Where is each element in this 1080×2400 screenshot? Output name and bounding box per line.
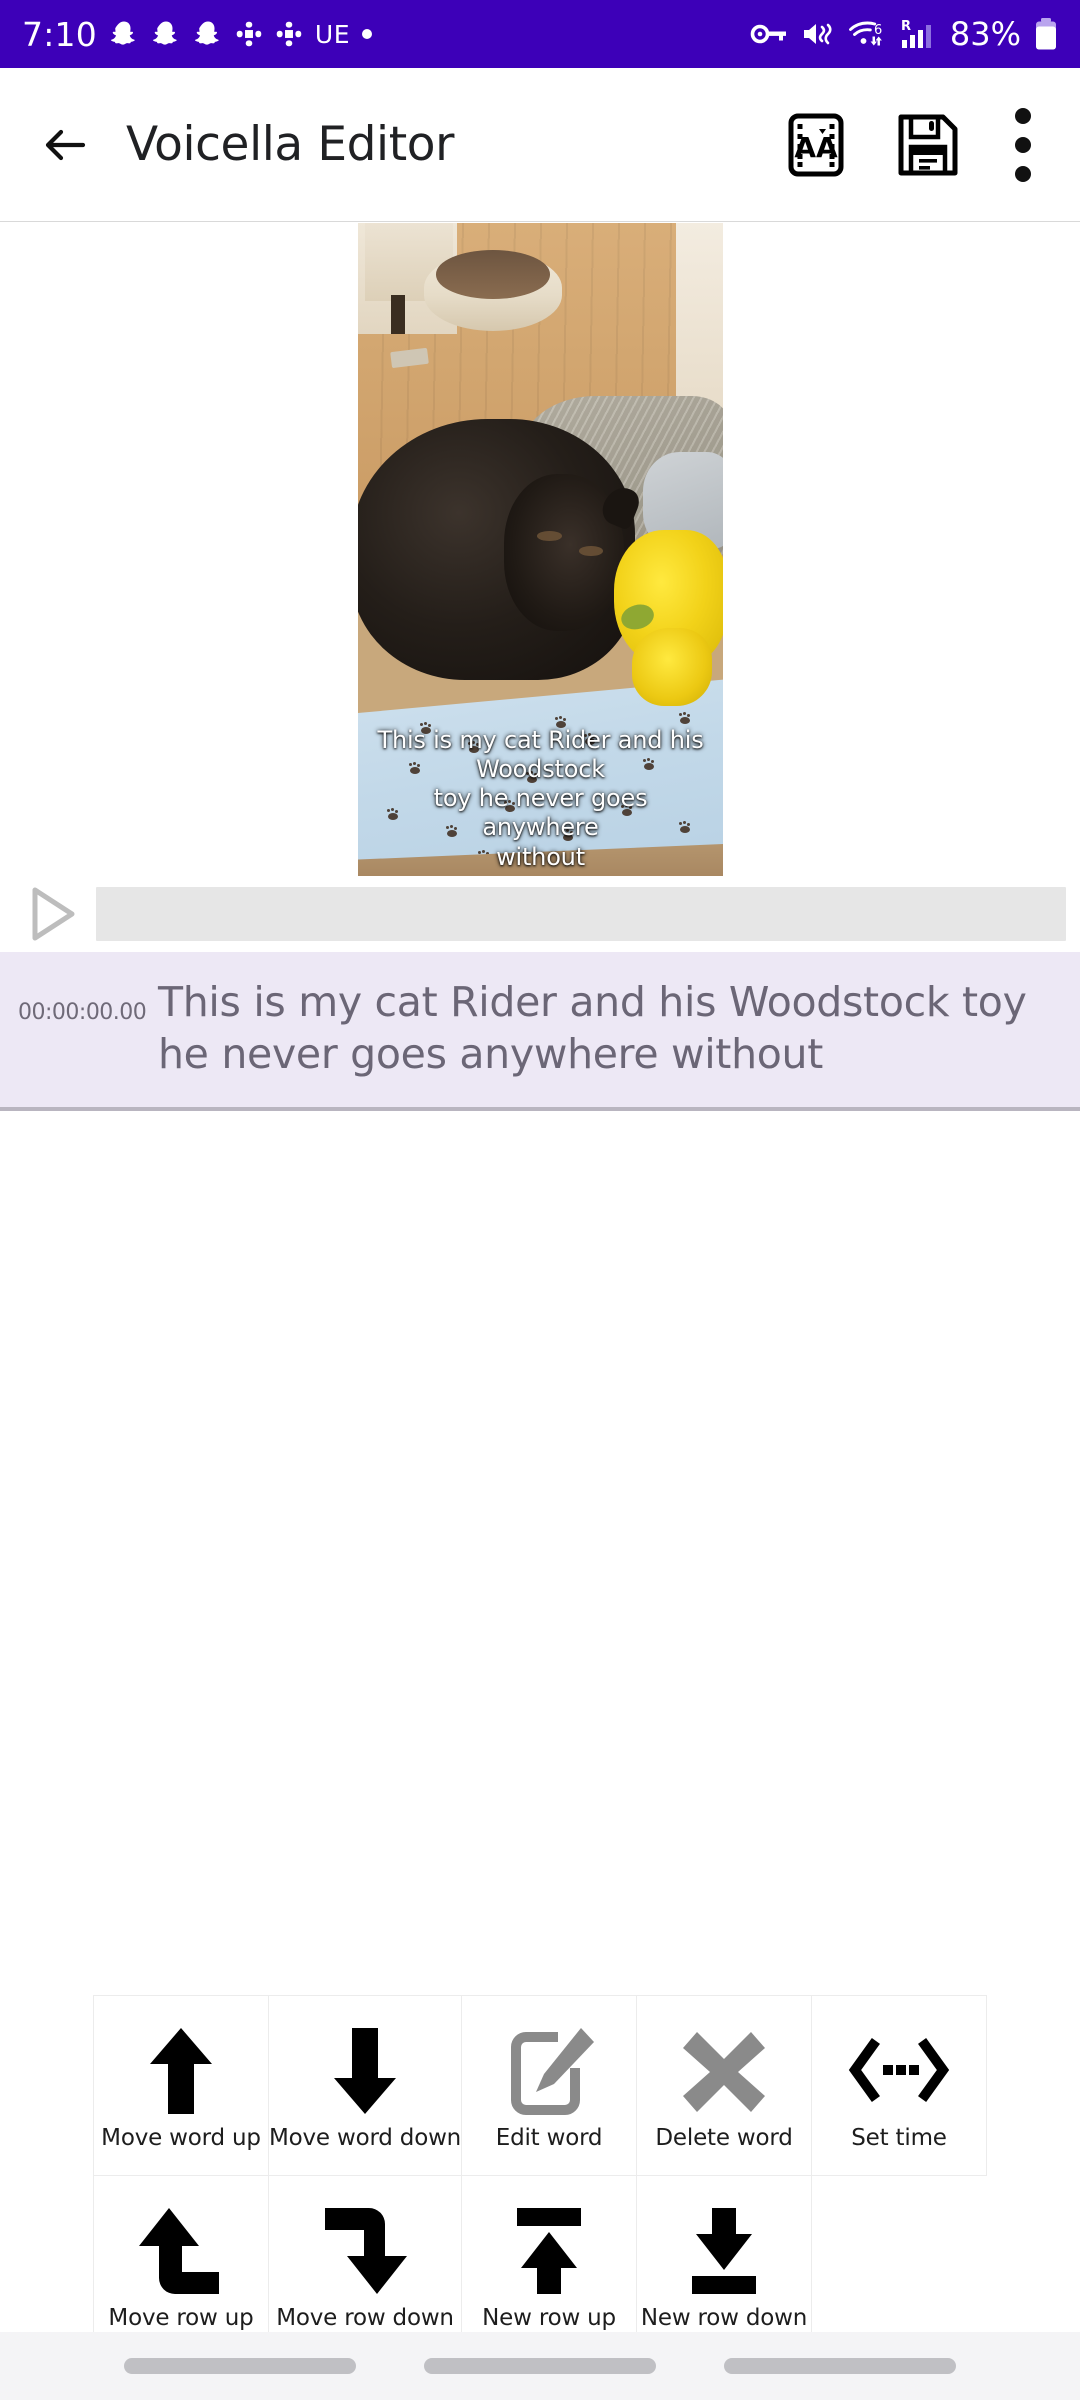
turn-up-arrow-icon (135, 2197, 227, 2303)
tool-label: New row down (640, 2304, 808, 2331)
player-controls (0, 876, 1080, 952)
kebab-dot-icon (1015, 136, 1031, 153)
move-row-down-button[interactable]: Move row down (268, 2176, 463, 2356)
tool-label: Move word up (101, 2124, 261, 2151)
edit-pencil-icon (502, 2017, 596, 2123)
tool-label: Delete word (655, 2124, 793, 2151)
snapchat-icon (194, 21, 219, 45)
delete-word-button[interactable]: Delete word (637, 1996, 813, 2176)
snapchat-icon (152, 21, 177, 45)
caption-line: Woodstock (476, 754, 605, 783)
move-word-down-button[interactable]: Move word down (268, 1996, 463, 2176)
overflow-menu-button[interactable] (992, 97, 1054, 193)
back-button[interactable] (26, 106, 104, 184)
edit-word-button[interactable]: Edit word (462, 1996, 638, 2176)
transcript-timestamp: 00:00:00.00 (18, 1000, 147, 1025)
transcript-row-selected[interactable]: 00:00:00.00 This is my cat Rider and his… (0, 952, 1080, 1111)
set-time-button[interactable]: Set time (812, 1996, 987, 2176)
new-row-down-button[interactable]: New row down (637, 2176, 813, 2356)
caption-line: toy he never goes anywhere (433, 784, 648, 842)
slack-icon (276, 21, 302, 47)
back-pill[interactable] (724, 2358, 956, 2374)
caption-style-icon: AA (788, 113, 844, 176)
tool-label: Move row up (108, 2304, 254, 2331)
new-row-up-button[interactable]: New row up (462, 2176, 638, 2356)
transcript-list: 00:00:00.00 This is my cat Rider and his… (0, 952, 1080, 1111)
set-time-icon (847, 2017, 951, 2123)
system-navigation-bar (0, 2332, 1080, 2400)
recents-pill[interactable] (124, 2358, 356, 2374)
carrier-label: UE (314, 19, 351, 49)
slack-icon (236, 21, 262, 47)
arrow-to-bottom-icon (678, 2197, 770, 2303)
app-screen: 7:10 UE 6 R 83% Voicella Editor AA This … (0, 0, 1080, 2400)
kebab-dot-icon (1015, 165, 1031, 182)
svg-text:R: R (901, 19, 911, 34)
app-bar-actions: AA (768, 97, 1054, 193)
move-word-up-button[interactable]: Move word up (94, 1996, 269, 2176)
snapchat-icon (110, 21, 135, 45)
seek-bar[interactable] (96, 887, 1066, 941)
page-title: Voicella Editor (126, 117, 455, 172)
tool-label: Set time (851, 2124, 947, 2151)
tool-label: Edit word (495, 2124, 603, 2151)
signal-icon: R (901, 19, 931, 48)
arrow-up-icon (142, 2017, 220, 2123)
vpn-key-icon (750, 24, 786, 44)
turn-down-arrow-icon (319, 2197, 411, 2303)
app-bar: Voicella Editor AA (0, 68, 1080, 222)
caption-line: without (496, 842, 585, 871)
status-bar-right: 6 R 83% (750, 15, 1058, 53)
status-bar-left: 7:10 UE (22, 14, 373, 54)
svg-text:AA: AA (794, 131, 838, 164)
editor-toolbar-grid: Move word up Move word down Edit word De… (93, 1995, 987, 2356)
save-floppy-icon (898, 114, 958, 175)
video-preview-area: This is my cat Rider and his Woodstock t… (0, 223, 1080, 876)
move-row-up-button[interactable]: Move row up (94, 2176, 269, 2356)
tool-label: New row up (482, 2304, 616, 2331)
save-button[interactable] (880, 97, 976, 193)
battery-percent: 83% (949, 15, 1021, 53)
status-clock: 7:10 (22, 14, 97, 54)
wifi-icon: 6 (848, 21, 882, 46)
caption-line: This is my cat Rider and his (377, 725, 704, 754)
battery-icon (1036, 18, 1056, 50)
play-button[interactable] (14, 877, 88, 951)
video-caption-overlay: This is my cat Rider and his Woodstock t… (358, 726, 723, 872)
transcript-text[interactable]: This is my cat Rider and his Woodstock t… (158, 976, 1062, 1081)
arrow-back-icon (45, 129, 86, 160)
mute-icon (803, 23, 832, 45)
arrow-down-icon (326, 2017, 404, 2123)
close-x-icon (679, 2017, 769, 2123)
caption-style-button[interactable]: AA (768, 97, 864, 193)
video-preview[interactable]: This is my cat Rider and his Woodstock t… (358, 223, 723, 876)
tool-label: Move row down (276, 2304, 454, 2331)
svg-text:6: 6 (874, 23, 882, 38)
home-pill[interactable] (424, 2358, 656, 2374)
tool-label: Move word down (268, 2124, 462, 2151)
status-bar: 7:10 UE 6 R 83% (0, 0, 1080, 68)
play-icon (32, 887, 75, 941)
dot-icon (362, 29, 373, 39)
kebab-dot-icon (1015, 107, 1031, 124)
arrow-to-top-icon (503, 2197, 595, 2303)
empty-cell (812, 2176, 987, 2356)
